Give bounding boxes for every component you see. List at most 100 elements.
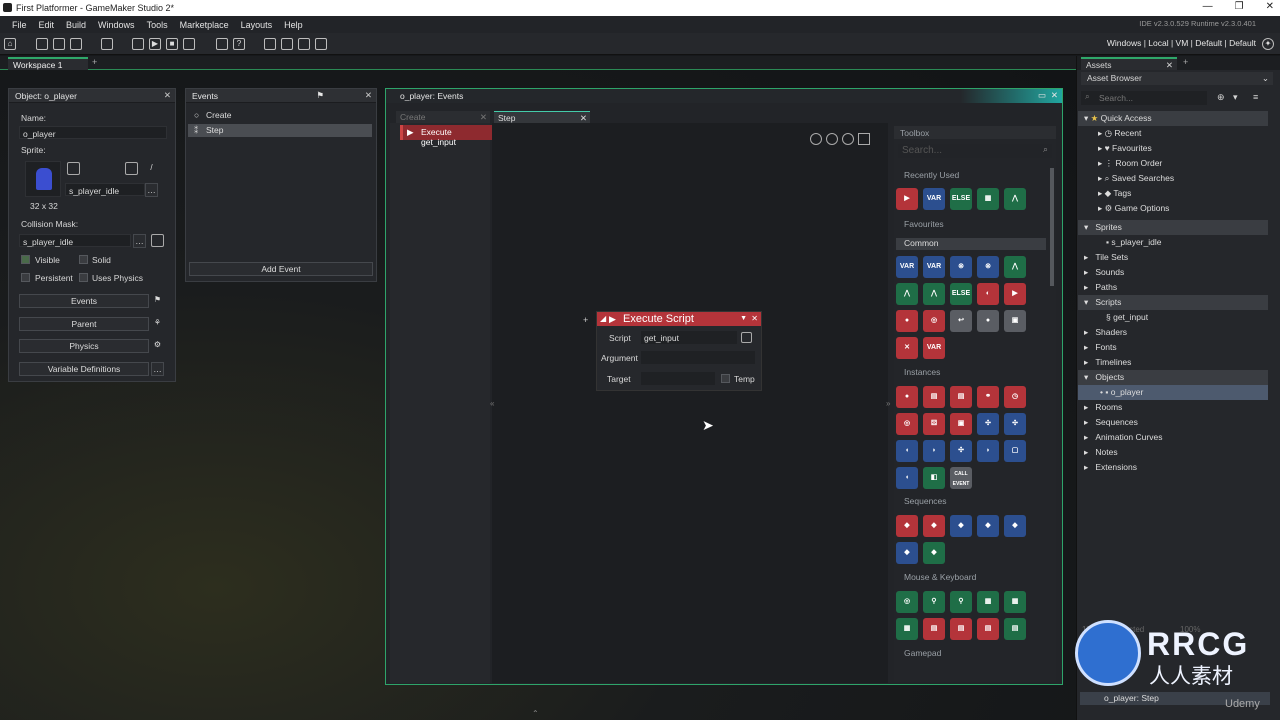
set-var-icon[interactable]: ⊗ bbox=[950, 256, 972, 278]
return-icon[interactable]: ↩ bbox=[950, 310, 972, 332]
section-gamepad[interactable]: Gamepad bbox=[896, 648, 1046, 660]
variable-definitions-button[interactable]: Variable Definitions bbox=[19, 362, 149, 376]
key-pressed-icon[interactable]: ⚲ bbox=[923, 591, 945, 613]
menu-layouts[interactable]: Layouts bbox=[241, 20, 273, 30]
group-timelines[interactable]: ▸ Timelines bbox=[1078, 355, 1268, 370]
direction-icon[interactable]: ◗ bbox=[923, 440, 945, 462]
add-event-button[interactable]: Add Event bbox=[189, 262, 373, 276]
if-variable-icon[interactable]: ⋀ bbox=[1004, 256, 1026, 278]
group-objects[interactable]: ▾ Objects bbox=[1078, 370, 1268, 385]
else-block-icon[interactable]: ELSE bbox=[950, 283, 972, 305]
toolbox-search[interactable]: Search... bbox=[898, 144, 1052, 158]
var-function-icon[interactable]: VAR bbox=[923, 337, 945, 359]
tab-workspace-1[interactable]: Workspace 1 bbox=[8, 57, 88, 70]
target-icon[interactable] bbox=[216, 38, 228, 50]
asset-script-item[interactable]: § get_input bbox=[1078, 310, 1268, 325]
target-config[interactable]: Windows | Local | VM | Default | Default bbox=[1107, 38, 1256, 48]
events-button[interactable]: Events bbox=[19, 294, 149, 308]
execute-script-node[interactable]: + ◢ ▶ Execute Script ▼ ✕ Script get_inpu… bbox=[583, 311, 762, 391]
solid-checkbox[interactable] bbox=[79, 255, 88, 264]
settings-gear-icon[interactable]: ✦ bbox=[1262, 38, 1274, 50]
collapse-left-icon[interactable]: « bbox=[490, 399, 494, 408]
group-fonts[interactable]: ▸ Fonts bbox=[1078, 340, 1268, 355]
menu-build[interactable]: Build bbox=[66, 20, 86, 30]
menu-icon[interactable]: ≡ bbox=[1253, 92, 1258, 102]
group-paths[interactable]: ▸ Paths bbox=[1078, 280, 1268, 295]
uses-physics-checkbox[interactable] bbox=[79, 273, 88, 282]
group-scripts[interactable]: ▾ Scripts bbox=[1078, 295, 1268, 310]
new-sprite-icon[interactable] bbox=[67, 162, 80, 175]
keyboard-clear-icon[interactable]: ▤ bbox=[950, 618, 972, 640]
action-item[interactable]: ▶ Execute get_input bbox=[400, 125, 492, 147]
create-asset-icon[interactable]: ⊕ bbox=[1217, 92, 1225, 103]
zoom-in-icon[interactable] bbox=[842, 133, 854, 145]
script-picker-icon[interactable] bbox=[741, 332, 752, 343]
qa-tags[interactable]: ▸ ◆ Tags bbox=[1078, 186, 1268, 201]
clean-icon[interactable] bbox=[183, 38, 195, 50]
keyboard-grid-2-icon[interactable]: ▦ bbox=[1004, 591, 1026, 613]
close-icon[interactable]: ✕ bbox=[164, 90, 171, 101]
menu-edit[interactable]: Edit bbox=[39, 20, 55, 30]
qa-favourites[interactable]: ▸ ♥ Favourites bbox=[1078, 141, 1268, 156]
sequence-destroy-icon[interactable]: ◆ bbox=[923, 515, 945, 537]
pacman-icon[interactable]: ◖ bbox=[896, 440, 918, 462]
close-icon[interactable]: ✕ bbox=[751, 312, 758, 326]
sequence-head-icon[interactable]: ◆ bbox=[896, 542, 918, 564]
debug-icon[interactable] bbox=[132, 38, 144, 50]
keyboard-set-icon[interactable]: ▤ bbox=[923, 618, 945, 640]
physics-button[interactable]: Physics bbox=[19, 339, 149, 353]
alarm-icon[interactable]: ◷ bbox=[1004, 386, 1026, 408]
qa-room-order[interactable]: ▸ ⋮ Room Order bbox=[1078, 156, 1268, 171]
close-icon[interactable]: ✕ bbox=[365, 90, 372, 101]
target-field[interactable] bbox=[641, 372, 715, 385]
persistent-checkbox[interactable] bbox=[21, 273, 30, 282]
change-instance-icon[interactable]: ▤ bbox=[950, 386, 972, 408]
group-rooms[interactable]: ▸ Rooms bbox=[1078, 400, 1268, 415]
keyboard-check-icon[interactable]: ▤ bbox=[1004, 618, 1026, 640]
collapse-icon[interactable]: ◢ bbox=[600, 312, 606, 326]
grid-icon[interactable]: ▦ bbox=[977, 188, 999, 210]
script-field[interactable]: get_input bbox=[641, 331, 737, 344]
keyboard-grid-icon[interactable]: ▦ bbox=[977, 591, 999, 613]
argument-field[interactable] bbox=[641, 351, 755, 364]
run-script-icon[interactable]: ▶ bbox=[1004, 283, 1026, 305]
zoom-out-icon[interactable] bbox=[264, 38, 276, 50]
sequence-create-icon[interactable]: ◆ bbox=[896, 515, 918, 537]
home-icon[interactable]: ⌂ bbox=[4, 38, 16, 50]
asset-browser-dropdown[interactable]: Asset Browser ⌄ bbox=[1081, 72, 1273, 85]
sequence-check-icon[interactable]: ◆ bbox=[923, 542, 945, 564]
qa-recent[interactable]: ▸ ◷ Recent bbox=[1078, 126, 1268, 141]
export-icon[interactable] bbox=[101, 38, 113, 50]
event-step[interactable]: ⁑ Step bbox=[188, 124, 372, 137]
section-mouse-keyboard[interactable]: Mouse & Keyboard bbox=[896, 572, 1046, 584]
help-icon[interactable]: ? bbox=[233, 38, 245, 50]
repeat-icon[interactable]: ◎ bbox=[923, 310, 945, 332]
close-icon[interactable]: ✕ bbox=[1166, 60, 1173, 71]
mouse-icon[interactable]: ◎ bbox=[896, 591, 918, 613]
stop-icon[interactable]: ■ bbox=[166, 38, 178, 50]
menu-marketplace[interactable]: Marketplace bbox=[180, 20, 229, 30]
group-extensions[interactable]: ▸ Extensions bbox=[1078, 460, 1268, 475]
key-released-icon[interactable]: ⚲ bbox=[950, 591, 972, 613]
name-field[interactable]: o_player bbox=[19, 126, 167, 139]
bottom-expand-icon[interactable]: ⌃ bbox=[532, 709, 539, 718]
menu-file[interactable]: File bbox=[12, 20, 27, 30]
section-instances[interactable]: Instances bbox=[896, 367, 1046, 379]
node-add-icon[interactable]: + bbox=[583, 315, 588, 325]
minimize-icon[interactable]: — bbox=[1203, 1, 1213, 12]
sprite-field[interactable]: s_player_idle bbox=[65, 183, 145, 196]
sequence-speed-icon[interactable]: ◆ bbox=[1004, 515, 1026, 537]
group-notes[interactable]: ▸ Notes bbox=[1078, 445, 1268, 460]
tab-step[interactable]: Step ✕ bbox=[494, 111, 590, 123]
instance-link-icon[interactable]: ⚭ bbox=[977, 386, 999, 408]
filter-icon[interactable]: ▾ bbox=[1233, 92, 1238, 103]
event-create[interactable]: ○ Create bbox=[188, 109, 372, 122]
group-animation-curves[interactable]: ▸ Animation Curves bbox=[1078, 430, 1268, 445]
instance-create-icon[interactable]: ● bbox=[896, 386, 918, 408]
node-menu-icon[interactable]: ▼ bbox=[740, 312, 747, 326]
collision-icon[interactable]: ◧ bbox=[923, 467, 945, 489]
save-icon[interactable] bbox=[70, 38, 82, 50]
instance-set-icon[interactable]: ▣ bbox=[950, 413, 972, 435]
zoom-reset-icon[interactable] bbox=[826, 133, 838, 145]
zoom-out-icon[interactable] bbox=[810, 133, 822, 145]
